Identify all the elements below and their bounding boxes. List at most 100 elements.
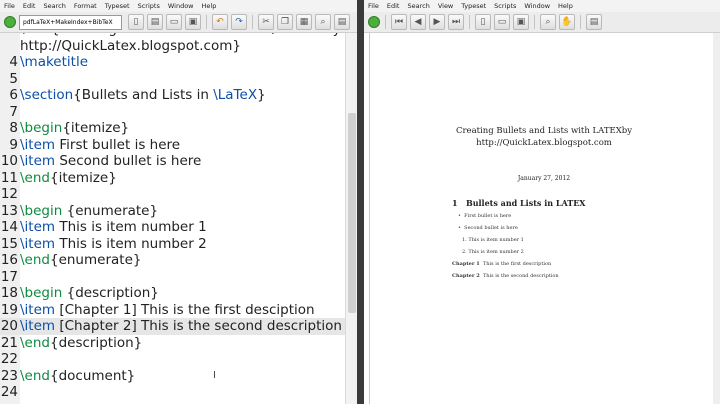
pdf-bullet-text: Second bullet is here <box>464 225 518 231</box>
menu-typeset[interactable]: Typeset <box>105 0 130 12</box>
next-page-icon[interactable]: ▶ <box>429 14 445 30</box>
pdf-title-line2: http://QuickLatex.blogspot.com <box>476 138 612 148</box>
code-token: \item <box>20 301 56 318</box>
menu-window[interactable]: Window <box>168 0 194 12</box>
code-token: {Creating Bullets and Lists with \LaTeX~… <box>51 33 341 37</box>
find-icon[interactable]: ⌕ <box>315 14 331 30</box>
code-token: {enumerate} <box>62 202 159 219</box>
editor-line[interactable]: 23 \end{document} <box>0 368 346 385</box>
redo-icon[interactable]: ↷ <box>231 14 247 30</box>
editor-line[interactable]: 4 \maketitle <box>0 54 346 71</box>
toolbar-separator <box>385 15 386 29</box>
menu-help[interactable]: Help <box>202 0 217 12</box>
menu-edit[interactable]: Edit <box>23 0 36 12</box>
editor-line[interactable]: 12 <box>0 186 346 203</box>
editor-line[interactable]: 8 \begin{itemize} <box>0 120 346 137</box>
code-token: Second bullet is here <box>55 153 202 169</box>
code-token: \begin <box>20 120 63 136</box>
menu-scripts[interactable]: Scripts <box>494 0 516 12</box>
line-number: 10 <box>0 153 18 169</box>
line-number: 4 <box>9 54 18 70</box>
last-page-icon[interactable]: ⏭ <box>448 14 464 30</box>
code-token: [Chapter 1] This is the first desciption <box>55 301 315 318</box>
editor-line[interactable]: 14 \item This is item number 1 <box>0 219 346 236</box>
fit-width-icon[interactable]: ▭ <box>494 14 510 30</box>
pdf-section-number: 1 <box>452 198 458 208</box>
editor-line[interactable]: 6 \section{Bullets and Lists in \LaTeX} <box>0 87 346 104</box>
line-number: 11 <box>0 169 18 186</box>
replace-icon[interactable]: ▤ <box>334 14 350 30</box>
editor-line[interactable]: 5 <box>0 71 346 88</box>
undo-icon[interactable]: ↶ <box>212 14 228 30</box>
code-token: \begin <box>20 202 63 219</box>
fit-window-icon[interactable]: ▣ <box>513 14 529 30</box>
cut-icon[interactable]: ✂ <box>258 14 274 30</box>
copy-icon[interactable]: ❐ <box>277 14 293 30</box>
code-token: This is item number 2 <box>55 235 207 252</box>
line-number: 19 <box>0 301 18 318</box>
editor-line[interactable]: 17 <box>0 269 346 286</box>
menu-file[interactable]: File <box>4 0 15 12</box>
menu-format[interactable]: Format <box>74 0 97 12</box>
pdf-enum-item: 1. This is item number 1 <box>462 237 524 243</box>
magnify-icon[interactable]: ⌕ <box>540 14 556 30</box>
first-page-icon[interactable]: ⏮ <box>391 14 407 30</box>
editor-line[interactable]: 11 \end{itemize} <box>0 170 346 187</box>
code-token: \LaTeX <box>213 87 258 103</box>
menu-search[interactable]: Search <box>43 0 65 12</box>
editor-line[interactable]: 9 \item First bullet is here <box>0 137 346 154</box>
hand-scroll-icon[interactable]: ✋ <box>559 14 575 30</box>
editor-line[interactable]: 13 \begin {enumerate} <box>0 203 346 220</box>
typeset-button[interactable] <box>368 16 380 28</box>
editor-line[interactable]: http://QuickLatex.blogspot.com} <box>0 38 346 55</box>
menu-view[interactable]: View <box>438 0 453 12</box>
menu-scripts[interactable]: Scripts <box>138 0 160 12</box>
menu-window[interactable]: Window <box>524 0 550 12</box>
actual-size-icon[interactable]: ▯ <box>475 14 491 30</box>
typeset-engine-select[interactable]: pdfLaTeX+MakeIndex+BibTeX <box>19 14 122 30</box>
editor-line[interactable]: 15 \item This is item number 2 <box>0 236 346 253</box>
typeset-button[interactable] <box>4 16 16 28</box>
editor-line[interactable]: 20 \item [Chapter 2] This is the second d… <box>0 318 346 335</box>
menu-edit[interactable]: Edit <box>387 0 400 12</box>
page-edge <box>369 33 370 404</box>
new-file-icon[interactable]: ▯ <box>128 14 144 30</box>
editor-line[interactable]: 16 \end{enumerate} <box>0 252 346 269</box>
toolbar-separator <box>534 15 535 29</box>
line-number: 5 <box>9 70 18 87</box>
line-number: 21 <box>0 334 18 351</box>
source-editor[interactable]: 3\title{Creating Bullets and Lists with … <box>0 33 357 404</box>
pdf-bullet-item: • Second bullet is here <box>458 225 518 231</box>
open-file-icon[interactable]: ▭ <box>166 14 182 30</box>
code-token: \item <box>20 136 56 153</box>
editor-lines: 3\title{Creating Bullets and Lists with … <box>0 33 346 401</box>
editor-line[interactable]: 21 \end{description} <box>0 335 346 352</box>
editor-line[interactable]: 24 <box>0 384 346 401</box>
code-token: \title <box>20 33 51 37</box>
line-number: 22 <box>0 351 18 367</box>
paste-icon[interactable]: ▦ <box>296 14 312 30</box>
editor-scrollbar[interactable] <box>345 33 357 404</box>
save-icon[interactable]: ▣ <box>185 14 201 30</box>
code-token: {description} <box>49 334 143 351</box>
line-number: 20 <box>0 318 18 334</box>
open-template-icon[interactable]: ▤ <box>147 14 163 30</box>
viewer-scrollbar[interactable] <box>713 33 720 404</box>
menu-file[interactable]: File <box>368 0 379 12</box>
go-to-source-icon[interactable]: ▤ <box>586 14 602 30</box>
editor-window: File Edit Search Format Typeset Scripts … <box>0 0 357 404</box>
menu-help[interactable]: Help <box>558 0 573 12</box>
editor-line[interactable]: 22 <box>0 351 346 368</box>
code-token: } <box>257 87 266 103</box>
editor-line[interactable]: 18 \begin {description} <box>0 285 346 302</box>
menu-typeset[interactable]: Typeset <box>461 0 486 12</box>
menu-search[interactable]: Search <box>407 0 429 12</box>
editor-line[interactable]: 10 \item Second bullet is here <box>0 153 346 170</box>
pdf-section-title: Bullets and Lists in LATEX <box>465 198 586 208</box>
previous-page-icon[interactable]: ◀ <box>410 14 426 30</box>
code-token: \item <box>20 153 56 169</box>
pdf-page[interactable]: Creating Bullets and Lists with LATEXby … <box>364 33 720 404</box>
editor-line[interactable]: 7 <box>0 104 346 121</box>
editor-line[interactable]: 19 \item [Chapter 1] This is the first de… <box>0 302 346 319</box>
editor-scroll-thumb[interactable] <box>348 113 356 313</box>
